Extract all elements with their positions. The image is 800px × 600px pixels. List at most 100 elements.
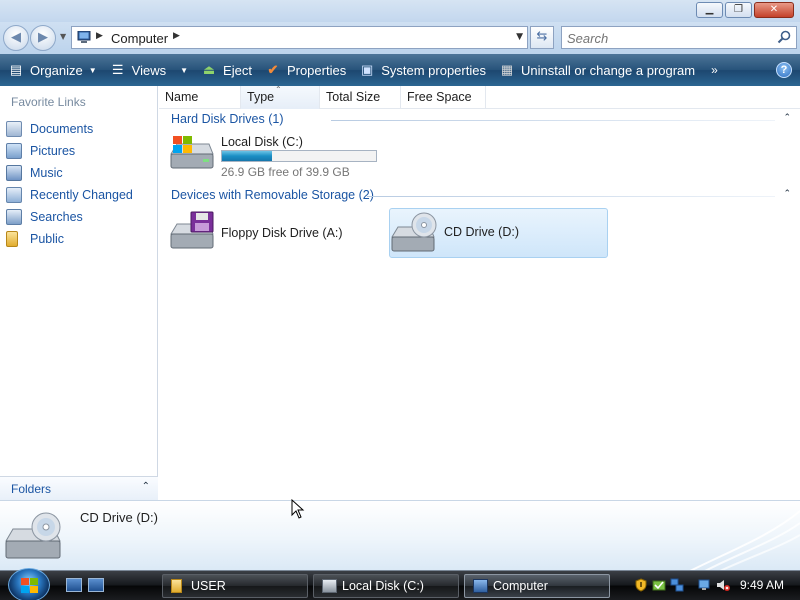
column-name[interactable]: Name	[159, 86, 241, 109]
searches-icon	[6, 209, 22, 225]
drive-name: Floppy Disk Drive (A:)	[221, 226, 343, 240]
folders-label: Folders	[11, 482, 52, 496]
eject-button[interactable]: ⏏ Eject	[196, 58, 257, 82]
folders-toggle[interactable]: Folders ⌃	[0, 476, 158, 500]
properties-button[interactable]: ✔ Properties	[260, 58, 351, 82]
address-dropdown-icon[interactable]: ▼	[516, 32, 523, 42]
breadcrumb-separator-icon[interactable]: ▶	[96, 31, 103, 41]
group-title: Hard Disk Drives (1)	[171, 112, 284, 126]
cd-drive-icon	[5, 512, 61, 559]
volume-muted-icon[interactable]	[716, 578, 730, 592]
column-free-space[interactable]: Free Space	[401, 86, 486, 109]
windows-logo-icon	[21, 578, 38, 593]
drive-tile-floppy-a[interactable]: Floppy Disk Drive (A:)	[167, 210, 377, 258]
folder-icon	[171, 579, 182, 593]
show-desktop-icon[interactable]	[66, 578, 82, 592]
column-headers: Name ⌃ Type Total Size Free Space	[159, 85, 800, 109]
group-title: Devices with Removable Storage (2)	[171, 188, 374, 202]
file-list-pane: Name ⌃ Type Total Size Free Space Hard D…	[159, 85, 800, 500]
breadcrumb-computer[interactable]: Computer	[111, 31, 168, 46]
minimize-button[interactable]: ▁	[696, 2, 723, 18]
uninstall-program-button[interactable]: ▦ Uninstall or change a program	[494, 58, 700, 82]
mouse-cursor-icon	[291, 499, 305, 519]
dropdown-arrow-icon: ▼	[180, 65, 189, 75]
nav-item-recently-changed[interactable]: Recently Changed	[6, 184, 133, 206]
nav-item-label: Music	[30, 166, 63, 180]
security-alert-icon[interactable]	[634, 578, 648, 592]
details-swoosh-decoration	[689, 510, 800, 570]
taskbar-button-local-disk[interactable]: Local Disk (C:)	[313, 574, 459, 598]
notification-area: 9:49 AM	[630, 575, 800, 597]
group-divider	[367, 196, 775, 197]
local-disk-icon	[170, 136, 214, 169]
windows-defender-icon[interactable]	[652, 578, 666, 592]
network-icon[interactable]	[670, 578, 684, 592]
search-box[interactable]	[561, 26, 797, 49]
taskbar-button-computer[interactable]: Computer	[464, 574, 610, 598]
recently-changed-icon	[6, 187, 22, 203]
system-properties-label: System properties	[381, 62, 486, 78]
column-type[interactable]: ⌃ Type	[241, 85, 320, 109]
refresh-button[interactable]: ⇆	[530, 26, 554, 49]
recent-pages-dropdown-icon[interactable]: ▼	[60, 32, 66, 41]
nav-item-music[interactable]: Music	[6, 162, 133, 184]
nav-item-label: Public	[30, 232, 65, 246]
taskbar-clock[interactable]: 9:49 AM	[740, 578, 784, 592]
organize-button[interactable]: ▤ Organize ▼	[3, 58, 102, 82]
nav-item-pictures[interactable]: Pictures	[6, 140, 133, 162]
properties-label: Properties	[286, 62, 347, 78]
collapse-icon[interactable]: ⌃	[783, 188, 791, 199]
disk-usage-bar	[221, 150, 377, 162]
taskbar: USER Local Disk (C:) Computer 9:49 AM	[0, 568, 800, 600]
taskbar-button-label: Computer	[493, 579, 548, 593]
help-button[interactable]: ?	[776, 62, 792, 78]
floppy-drive-icon	[170, 211, 214, 249]
system-properties-icon: ▣	[361, 62, 374, 77]
window-titlebar: ▁ ❐ ✕	[0, 0, 800, 22]
more-commands-button[interactable]: »	[706, 58, 723, 82]
search-icon[interactable]	[777, 30, 791, 44]
breadcrumb-separator-icon[interactable]: ▶	[173, 31, 180, 41]
network-connection-icon[interactable]	[698, 578, 712, 592]
address-bar[interactable]: ▶ Computer ▶ ▼	[71, 26, 528, 49]
nav-item-label: Documents	[30, 122, 94, 136]
search-input[interactable]	[567, 28, 767, 48]
eject-label: Eject	[223, 62, 252, 78]
views-button[interactable]: ☰ Views ▼	[105, 58, 193, 82]
group-header-removable-storage[interactable]: Devices with Removable Storage (2) ⌃	[171, 188, 791, 204]
window-controls: ▁ ❐ ✕	[696, 2, 794, 18]
uninstall-icon: ▦	[500, 62, 514, 77]
nav-item-public[interactable]: Public	[6, 228, 133, 250]
drive-tile-cd-d[interactable]: CD Drive (D:)	[389, 208, 608, 258]
switch-windows-icon[interactable]	[88, 578, 104, 592]
back-button[interactable]: ◀	[3, 25, 29, 51]
nav-item-searches[interactable]: Searches	[6, 206, 133, 228]
group-header-hard-disk-drives[interactable]: Hard Disk Drives (1) ⌃	[171, 112, 791, 128]
details-item-name: CD Drive (D:)	[80, 510, 158, 525]
eject-icon: ⏏	[202, 62, 216, 77]
column-total-size[interactable]: Total Size	[320, 86, 401, 109]
pictures-icon	[6, 143, 22, 159]
collapse-icon[interactable]: ⌃	[783, 112, 791, 123]
free-space-text: 26.9 GB free of 39.9 GB	[221, 165, 350, 179]
group-divider	[331, 120, 775, 121]
system-properties-button[interactable]: ▣ System properties	[354, 58, 491, 82]
favorite-links-list: Documents Pictures Music Recently Change…	[6, 118, 133, 250]
command-bar: ▤ Organize ▼ ☰ Views ▼ ⏏ Eject ✔ Propert…	[0, 54, 800, 86]
documents-icon	[6, 121, 22, 137]
nav-item-label: Pictures	[30, 144, 76, 158]
cd-drive-icon	[391, 212, 437, 252]
address-row: ◀ ▶ ▼ ▶ Computer ▶ ▼ ⇆	[0, 22, 800, 54]
chevron-up-icon: ⌃	[141, 481, 150, 492]
drive-name: Local Disk (C:)	[221, 135, 303, 149]
start-button[interactable]	[8, 568, 50, 600]
organize-icon: ▤	[9, 62, 23, 77]
taskbar-button-user[interactable]: USER	[162, 574, 308, 598]
maximize-button[interactable]: ❐	[725, 2, 752, 18]
forward-button[interactable]: ▶	[30, 25, 56, 51]
views-label: Views	[131, 62, 167, 78]
navigation-pane: Favorite Links Documents Pictures Music …	[0, 86, 158, 500]
computer-icon	[473, 579, 488, 593]
close-button[interactable]: ✕	[754, 2, 794, 18]
nav-item-documents[interactable]: Documents	[6, 118, 133, 140]
